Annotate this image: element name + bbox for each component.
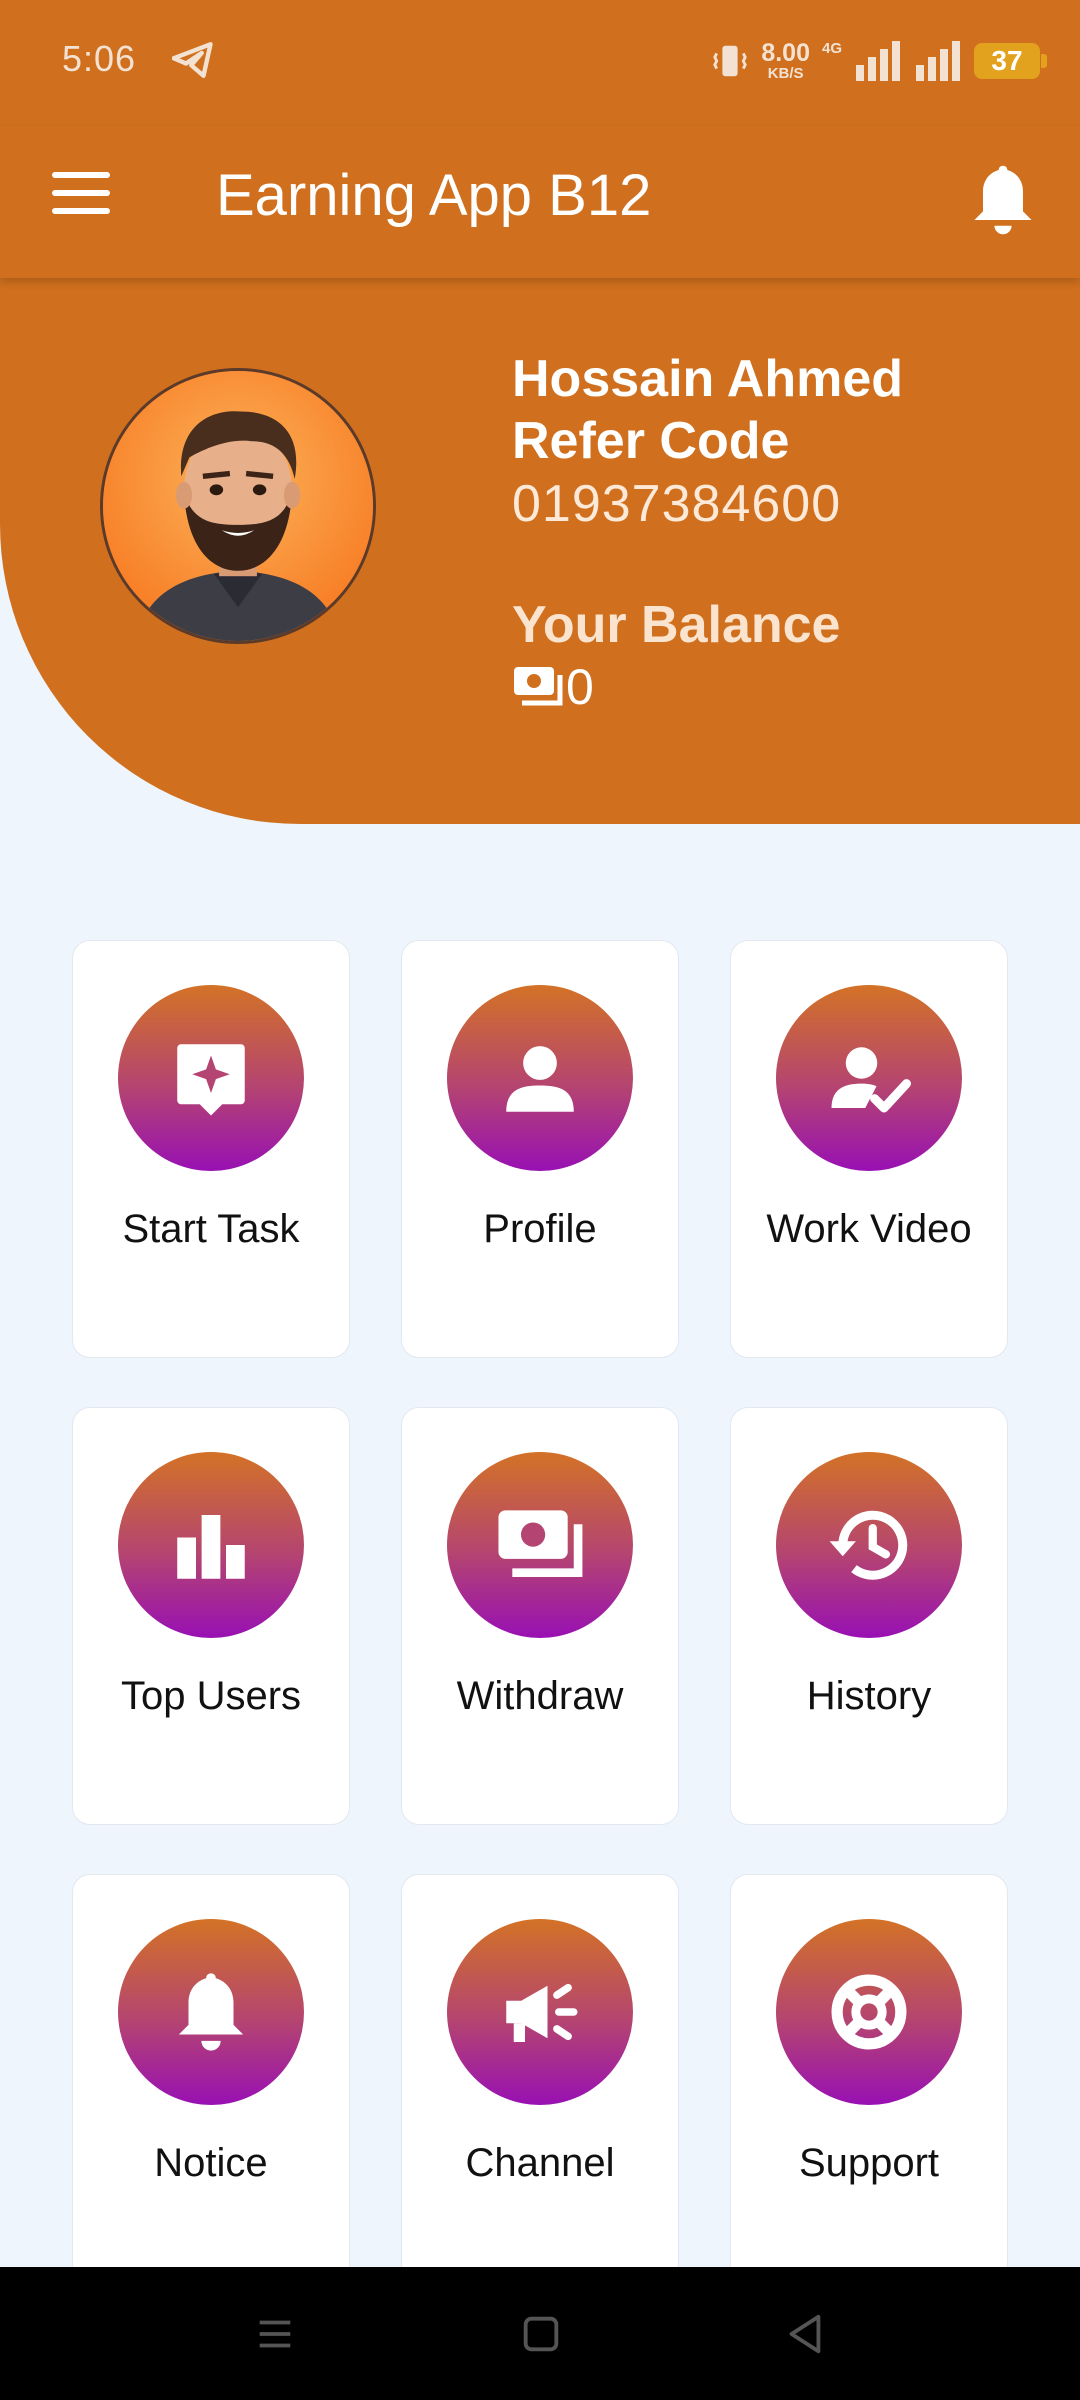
bell-icon[interactable] [968,160,1038,240]
person-check-icon [831,1047,911,1113]
menu-channel[interactable]: Channel [401,1874,679,2292]
recent-apps-icon[interactable] [252,2311,298,2357]
menu-label: Support [798,2141,940,2185]
menu-label: Profile [483,1207,597,1251]
app-bar: Earning App B12 [0,126,1080,278]
home-icon[interactable] [518,2311,564,2357]
menu-top-users[interactable]: Top Users [72,1407,350,1825]
menu-notice[interactable]: Notice [72,1874,350,2292]
status-bar: 5:06 8.00 KB/S 4G 37 [0,0,1080,126]
bell-icon [178,1973,244,2051]
battery-indicator: 37 [974,43,1047,79]
bar-chart-icon [177,1515,245,1579]
menu-label: Notice [154,2141,268,2185]
menu-work-video[interactable]: Work Video [730,940,1008,1358]
hamburger-menu-icon[interactable] [52,172,116,230]
telegram-icon [172,42,213,78]
profile-info: Hossain Ahmed Refer Code 01937384600 You… [512,348,903,718]
vibrate-icon [713,45,748,77]
menu-support[interactable]: Support [730,1874,1008,2292]
menu-profile[interactable]: Profile [401,940,679,1358]
lifebuoy-icon [831,1974,907,2050]
menu-label: Withdraw [456,1674,624,1718]
menu-label: Channel [465,2141,615,2185]
back-icon[interactable] [782,2311,828,2357]
task-star-icon [177,1044,245,1116]
menu-label: History [806,1674,932,1718]
menu-label: Start Task [122,1207,300,1251]
menu-label: Work Video [766,1207,972,1251]
network-type: 4G [821,40,842,57]
avatar [100,368,376,644]
balance-label: Your Balance [512,596,841,654]
menu-withdraw[interactable]: Withdraw [401,1407,679,1825]
system-nav-bar [0,2267,1080,2400]
menu-grid: Start Task Profile Work Video Top Users … [72,940,1008,2292]
megaphone-icon [506,1983,578,2042]
money-icon [498,1510,583,1578]
menu-start-task[interactable]: Start Task [72,940,350,1358]
refer-code-value: 01937384600 [512,475,842,533]
person-icon [506,1046,574,1112]
balance-value: 0 [566,659,594,715]
refer-code-label: Refer Code [512,412,790,470]
balance-row: 0 [512,656,903,718]
signal-icon [856,41,900,81]
profile-header: Hossain Ahmed Refer Code 01937384600 You… [0,278,1080,824]
app-title: Earning App B12 [216,163,652,228]
menu-label: Top Users [120,1674,302,1718]
signal-icon-2 [916,41,960,81]
net-speed: 8.00 KB/S [761,39,810,82]
status-time: 5:06 [62,38,137,79]
menu-history[interactable]: History [730,1407,1008,1825]
user-name: Hossain Ahmed [512,350,904,408]
history-icon [829,1510,908,1580]
money-icon [514,667,563,706]
